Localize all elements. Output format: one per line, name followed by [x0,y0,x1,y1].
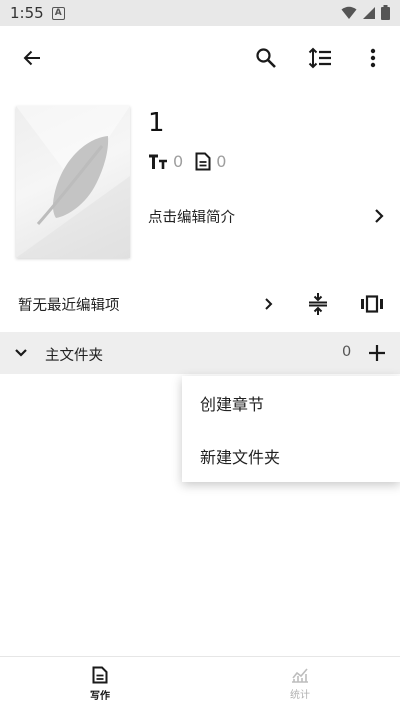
sort-button[interactable] [300,38,340,78]
chevron-down-icon[interactable] [14,348,28,358]
app-bar [0,26,400,90]
collapse-icon [309,293,327,315]
sort-icon [308,47,331,69]
recent-edits-label[interactable]: 暂无最近编辑项 [18,294,120,315]
chevron-right-icon [375,209,384,223]
document-icon [92,666,108,684]
collapse-all-button[interactable] [298,284,338,324]
arrow-left-icon [23,50,40,66]
back-button[interactable] [12,38,52,78]
book-stats: 0 0 [148,152,226,171]
status-time: 1:55 [10,4,44,22]
status-notification-badge: A [51,6,65,20]
word-count: 0 [173,152,184,171]
document-icon [195,152,211,171]
chevron-right-icon [264,298,272,310]
search-button[interactable] [246,38,286,78]
plus-icon [369,345,385,361]
nav-tab-stats-label: 统计 [290,690,310,701]
add-button[interactable] [357,333,397,373]
folder-name: 主文件夹 [45,348,103,364]
menu-item-create-chapter[interactable]: 创建章节 [182,376,400,429]
nav-tab-stats[interactable]: 统计 [200,657,400,711]
folder-row[interactable]: 主文件夹 0 [0,332,400,374]
add-context-menu: 创建章节 新建文件夹 [182,376,400,482]
intro-placeholder: 点击编辑简介 [148,209,235,226]
status-icons [341,5,390,20]
folder-item-count: 0 [342,344,352,360]
book-cover[interactable] [16,106,130,258]
signal-icon [363,6,375,19]
bottom-nav: 写作 统计 [0,656,400,711]
more-vertical-icon [370,48,376,68]
font-size-icon [148,154,168,170]
view-carousel-icon [361,295,383,313]
search-icon [256,48,276,68]
edit-intro-row[interactable]: 点击编辑简介 [148,200,384,232]
book-title[interactable]: 1 [148,108,165,138]
recent-edits-row: 暂无最近编辑项 [0,282,400,326]
menu-item-new-folder[interactable]: 新建文件夹 [182,429,400,482]
recent-edits-open-button[interactable] [248,284,288,324]
nav-tab-writing-label: 写作 [90,691,110,702]
status-bar: 1:55 A [0,0,400,26]
battery-icon [381,5,390,20]
view-mode-button[interactable] [352,284,392,324]
feather-icon [16,106,130,258]
nav-tab-writing[interactable]: 写作 [0,657,200,711]
wifi-icon [341,6,357,19]
book-header: 1 0 0 点击编辑简介 [0,100,400,265]
stats-chart-icon [292,668,308,683]
chapter-count: 0 [216,152,227,171]
more-button[interactable] [353,38,393,78]
